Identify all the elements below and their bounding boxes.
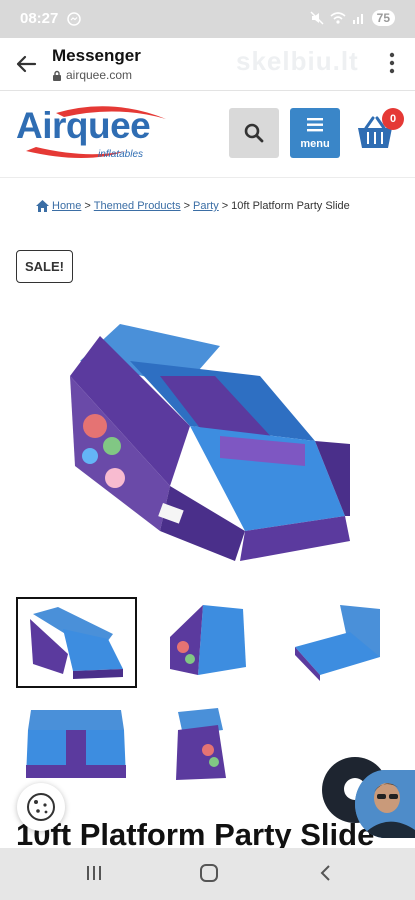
menu-button[interactable]: menu — [290, 108, 340, 158]
battery-level: 75 — [371, 10, 395, 26]
thumbnail-image — [295, 605, 380, 681]
product-thumbnail[interactable] — [16, 597, 137, 688]
wifi-icon — [330, 12, 346, 24]
product-thumbnail[interactable] — [280, 597, 397, 684]
url-text: airquee.com — [66, 68, 133, 82]
back-arrow-icon[interactable] — [14, 52, 38, 76]
cookie-icon — [27, 793, 55, 821]
chat-head-avatar[interactable] — [355, 770, 415, 838]
browser-bar: Messenger airquee.com skelbiu.lt — [0, 38, 415, 91]
recent-apps-icon[interactable] — [85, 863, 103, 883]
home-nav-icon[interactable] — [199, 863, 219, 883]
logo-text: Airquee — [16, 105, 151, 146]
cookie-settings-button[interactable] — [17, 783, 65, 831]
breadcrumb-separator: > — [84, 200, 91, 212]
breadcrumb-separator: > — [183, 200, 191, 212]
watermark-logo: skelbiu.lt — [236, 46, 359, 76]
browser-title: Messenger — [52, 46, 141, 65]
thumbnail-image — [176, 708, 226, 780]
breadcrumb: Home > Themed Products > Party > 10ft Pl… — [36, 200, 350, 212]
lock-icon — [53, 70, 61, 81]
browser-url[interactable]: airquee.com — [52, 68, 132, 82]
person-avatar-icon — [355, 770, 415, 838]
product-thumbnail[interactable] — [16, 700, 133, 787]
search-icon — [244, 123, 264, 143]
hamburger-icon — [307, 118, 323, 132]
product-thumbnail[interactable] — [148, 597, 265, 684]
mute-icon — [310, 11, 324, 25]
search-button[interactable] — [229, 108, 279, 158]
logo-subtitle: inflatables — [98, 149, 144, 160]
signal-icon — [352, 14, 363, 24]
thumbnail-image — [26, 710, 126, 778]
sale-badge: SALE! — [16, 250, 73, 283]
thumbnail-image — [30, 607, 123, 679]
system-navigation-bar — [0, 848, 415, 900]
cart-count-badge: 0 — [382, 108, 404, 130]
status-time: 08:27 — [20, 10, 59, 27]
thumbnail-image — [170, 605, 246, 675]
status-icons: 75 — [310, 10, 395, 26]
cart-button[interactable]: 0 — [354, 108, 408, 158]
product-thumbnail[interactable] — [148, 700, 265, 787]
more-options-icon[interactable] — [389, 52, 395, 74]
breadcrumb-home[interactable]: Home — [52, 200, 81, 212]
menu-label: menu — [300, 138, 330, 150]
home-icon[interactable] — [36, 200, 49, 212]
site-header: Airquee inflatables — [0, 91, 415, 178]
back-nav-icon[interactable] — [318, 863, 332, 883]
breadcrumb-separator: > — [221, 200, 229, 212]
product-main-image[interactable] — [60, 316, 360, 566]
status-bar: 08:27 75 — [0, 0, 415, 38]
breadcrumb-current: 10ft Platform Party Slide — [231, 200, 350, 212]
messenger-notification-icon — [67, 12, 81, 26]
breadcrumb-party[interactable]: Party — [193, 200, 219, 212]
breadcrumb-themed-products[interactable]: Themed Products — [94, 200, 181, 212]
site-logo[interactable]: Airquee inflatables — [16, 101, 171, 165]
